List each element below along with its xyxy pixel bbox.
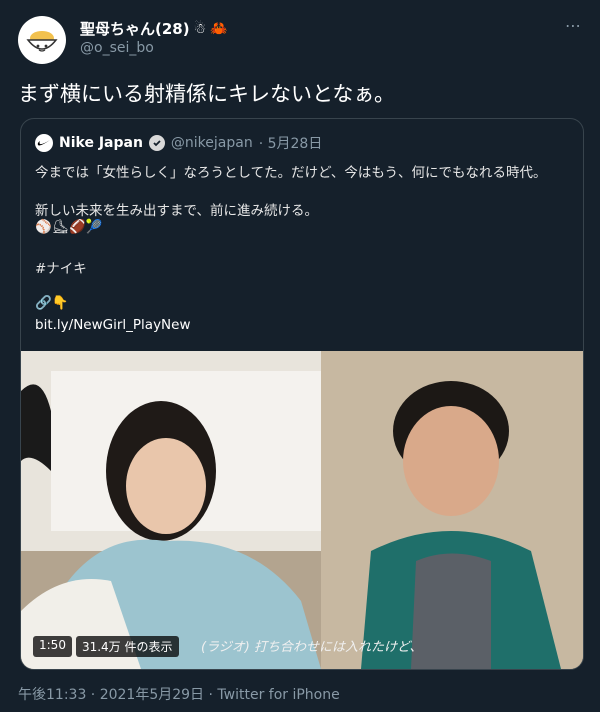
video-thumbnail (21, 351, 583, 669)
quoted-tweet[interactable]: Nike Japan @nikejapan · 5月28日 今までは「女性らしく… (20, 118, 584, 670)
crab-icon: 🦀 (210, 20, 228, 37)
video-player[interactable]: 1:50 31.4万 件の表示 (ラジオ) 打ち合わせには入れたけど、 (21, 351, 583, 669)
video-view-count: 31.4万 件の表示 (75, 636, 179, 657)
quoted-text-line: 今までは「女性らしく」なろうとしてた。だけど、今はもう、何にでもなれる時代。 (35, 165, 547, 181)
tweet: 聖母ちゃん(28) ☃ 🦀 @o_sei_bo ⋯ まず横にいる射精係にキレない… (0, 0, 600, 712)
author-handle[interactable]: @o_sei_bo (80, 40, 154, 56)
video-duration: 1:50 (33, 636, 72, 657)
author-display-name[interactable]: 聖母ちゃん(28) (80, 18, 190, 39)
snowman-icon: ☃ (193, 20, 207, 37)
video-subtitle: (ラジオ) 打ち合わせには入れたけど、 (201, 640, 423, 655)
tweet-text: まず横にいる射精係にキレないとなぁ。 (18, 82, 395, 106)
nike-logo-icon (35, 134, 53, 152)
quoted-author-handle: @nikejapan (170, 135, 253, 151)
quoted-author-name[interactable]: Nike Japan (59, 135, 143, 151)
video-stats: 1:50 31.4万 件の表示 (33, 636, 179, 657)
quoted-date: · 5月28日 (258, 136, 323, 152)
rice-bowl-icon (26, 31, 58, 52)
quoted-text-line: 新しい未来を生み出すまで、前に進み続ける。 (35, 203, 318, 219)
tweet-metadata: 午後11:33 · 2021年5月29日 · Twitter for iPhon… (18, 687, 340, 703)
short-url-link[interactable]: bit.ly/NewGirl_PlayNew (35, 317, 191, 333)
quoted-tweet-header: Nike Japan @nikejapan · 5月28日 (35, 133, 322, 153)
avatar[interactable] (18, 16, 66, 64)
more-options-icon[interactable]: ⋯ (565, 16, 582, 35)
author-name-row[interactable]: 聖母ちゃん(28) ☃ 🦀 (80, 18, 228, 39)
verified-badge-icon (148, 135, 165, 151)
hashtag-link[interactable]: #ナイキ (35, 257, 87, 277)
link-emoji-line: 🔗👇 (35, 295, 69, 311)
sport-emoji-line: ⚾⛸🏈🎾 (35, 219, 103, 235)
